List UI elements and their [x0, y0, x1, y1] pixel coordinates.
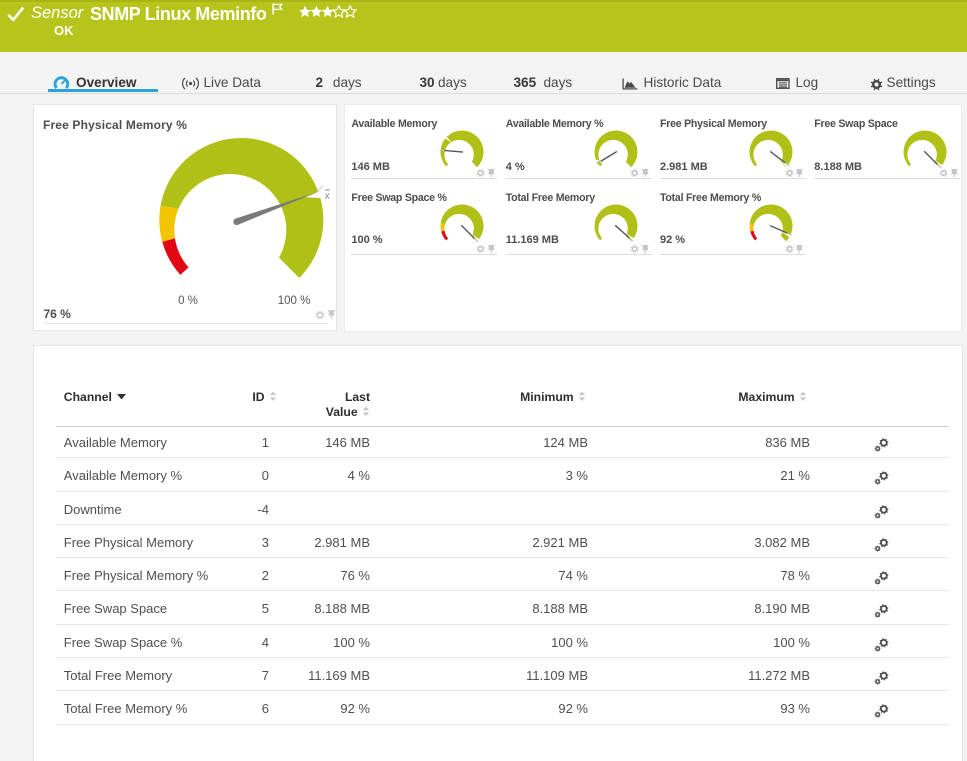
svg-text:x: x — [325, 191, 330, 202]
